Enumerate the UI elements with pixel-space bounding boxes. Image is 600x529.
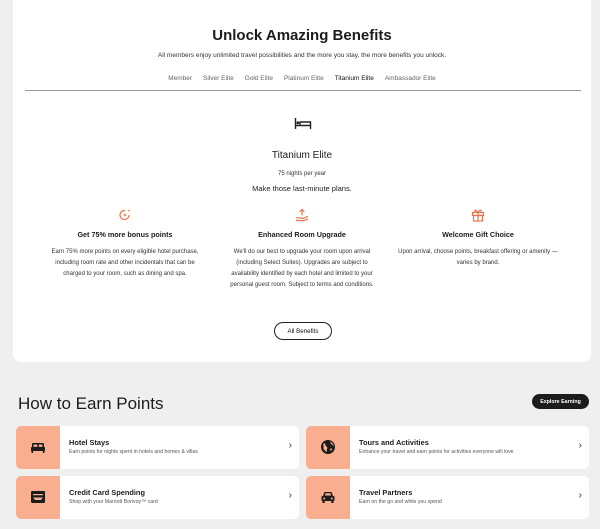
earn-card-description: Earn points for nights spent in hotels a… (69, 449, 198, 455)
tier-name: Titanium Elite (271, 150, 333, 161)
earn-card-description: Shop with your Marriott Bonvoy™ card (69, 499, 158, 505)
chevron-right-icon: › (578, 490, 582, 501)
earn-card-title: Travel Partners (359, 488, 413, 497)
room-upgrade-icon (295, 208, 309, 222)
earn-card-title: Credit Card Spending (69, 488, 145, 497)
chevron-right-icon: › (578, 440, 582, 451)
all-benefits-button[interactable]: All Benefits (274, 322, 332, 340)
tier-tabs: Member Silver Elite Gold Elite Platinum … (13, 74, 591, 91)
bed-icon (31, 443, 45, 453)
tab-gold-elite[interactable]: Gold Elite (239, 74, 278, 91)
car-icon (321, 492, 335, 503)
icon-tile (16, 476, 60, 519)
chevron-right-icon: › (288, 490, 292, 501)
tab-titanium-elite[interactable]: Titanium Elite (329, 74, 380, 91)
globe-icon (321, 440, 335, 454)
explore-earning-button[interactable]: Explore Earning (532, 394, 589, 409)
benefit-description: Upon arrival, choose points, breakfast o… (398, 249, 558, 266)
tabs-divider (25, 90, 581, 91)
benefit-description: Earn 75% more points on every eligible h… (51, 249, 199, 277)
benefits-card: Unlock Amazing Benefits All members enjo… (13, 0, 591, 362)
tab-ambassador-elite[interactable]: Ambassador Elite (379, 74, 441, 91)
icon-tile (16, 426, 60, 469)
earn-card-title: Hotel Stays (69, 438, 110, 447)
benefit-title: Enhanced Room Upgrade (258, 230, 346, 239)
hotel-bed-icon (294, 118, 312, 129)
gift-icon (471, 209, 485, 222)
earn-points-heading: How to Earn Points (18, 394, 164, 413)
earn-card-description: Earn on the go and while you spend (359, 499, 442, 505)
earn-card-travel-partners[interactable]: Travel Partners Earn on the go and while… (306, 476, 589, 519)
benefit-room-upgrade: Enhanced Room Upgrade We'll do our best … (222, 208, 382, 291)
tab-platinum-elite[interactable]: Platinum Elite (278, 74, 329, 91)
icon-tile (306, 476, 350, 519)
earn-card-description: Enhance your travel and earn points for … (359, 449, 514, 455)
benefits-subtitle: All members enjoy unlimited travel possi… (157, 52, 447, 59)
benefit-title: Welcome Gift Choice (442, 230, 514, 239)
benefit-welcome-gift: Welcome Gift Choice Upon arrival, choose… (398, 208, 558, 269)
earn-card-credit-card[interactable]: Credit Card Spending Shop with your Marr… (16, 476, 299, 519)
earn-card-title: Tours and Activities (359, 438, 429, 447)
icon-tile (306, 426, 350, 469)
tier-nights: 75 nights per year (277, 171, 327, 177)
tier-tagline: Make those last-minute plans. (252, 184, 352, 193)
benefit-bonus-points: Get 75% more bonus points Earn 75% more … (45, 208, 205, 280)
earn-card-hotel-stays[interactable]: Hotel Stays Earn points for nights spent… (16, 426, 299, 469)
benefit-title: Get 75% more bonus points (77, 230, 173, 239)
benefit-description: We'll do our best to upgrade your room u… (230, 249, 374, 288)
benefits-title: Unlock Amazing Benefits (212, 27, 392, 44)
chevron-right-icon: › (288, 440, 292, 451)
tab-member[interactable]: Member (163, 74, 198, 91)
bonus-points-icon (119, 209, 131, 221)
credit-card-icon (31, 491, 45, 503)
earn-card-tours-activities[interactable]: Tours and Activities Enhance your travel… (306, 426, 589, 469)
tab-silver-elite[interactable]: Silver Elite (198, 74, 240, 91)
